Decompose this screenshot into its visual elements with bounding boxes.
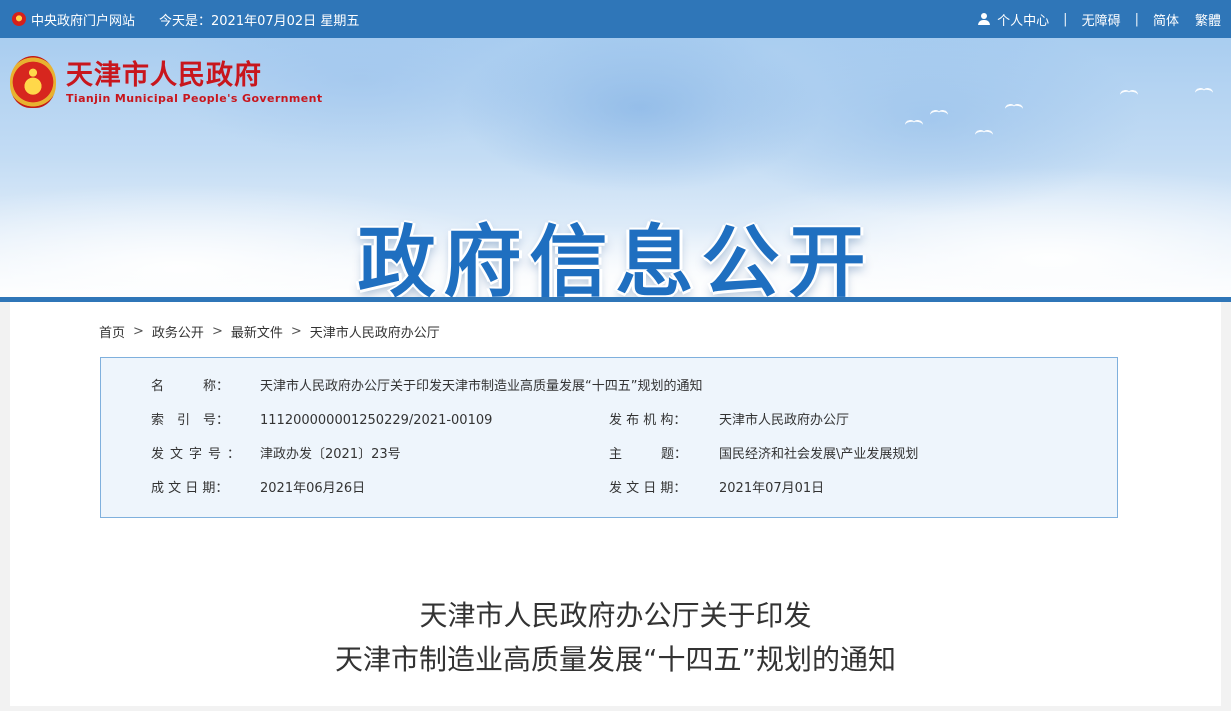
site-logo[interactable]: 天津市人民政府 Tianjin Municipal People's Gover…: [10, 56, 323, 108]
logo-title-en: Tianjin Municipal People's Government: [66, 91, 323, 105]
dove-icon: [1120, 90, 1138, 98]
dove-icon: [975, 130, 993, 138]
topic-label: 主 题：: [609, 447, 688, 462]
written-date-label: 成 文 日 期：: [151, 481, 229, 496]
header-banner: 天津市人民政府 Tianjin Municipal People's Gover…: [0, 38, 1231, 302]
main-content: 首页 > 政务公开 > 最新文件 > 天津市人民政府办公厅 名 称： 天津市人民…: [10, 302, 1221, 706]
index-value: 111200000001250229/2021-00109: [260, 413, 493, 428]
topic-value: 国民经济和社会发展\产业发展规划: [719, 447, 919, 462]
current-date: 今天是：2021年07月02日 星期五: [159, 13, 360, 29]
top-bar-right: 个人中心 | 无障碍 | 简体 繁體: [978, 10, 1221, 29]
dove-icon: [930, 110, 948, 118]
breadcrumb-latest-documents[interactable]: 最新文件: [231, 322, 283, 341]
breadcrumb-government-affairs[interactable]: 政务公开: [152, 322, 204, 341]
breadcrumb-home[interactable]: 首页: [99, 322, 125, 341]
dove-icon: [1195, 88, 1213, 96]
top-bar: 中央政府门户网站 今天是：2021年07月02日 星期五 个人中心 | 无障碍 …: [0, 0, 1231, 38]
breadcrumb: 首页 > 政务公开 > 最新文件 > 天津市人民政府办公厅: [99, 322, 440, 341]
document-title: 天津市人民政府办公厅关于印发 天津市制造业高质量发展“十四五”规划的通知: [10, 594, 1221, 682]
name-label: 名 称：: [151, 379, 230, 394]
document-title-line2: 天津市制造业高质量发展“十四五”规划的通知: [334, 643, 896, 676]
breadcrumb-separator: >: [211, 324, 223, 339]
name-value: 天津市人民政府办公厅关于印发天津市制造业高质量发展“十四五”规划的通知: [260, 379, 703, 394]
top-bar-left: 中央政府门户网站 今天是：2021年07月02日 星期五: [12, 10, 359, 29]
separator: |: [1063, 11, 1068, 27]
document-info-panel: 名 称： 天津市人民政府办公厅关于印发天津市制造业高质量发展“十四五”规划的通知…: [100, 357, 1118, 518]
written-date-value: 2021年06月26日: [260, 481, 366, 496]
logo-title-cn: 天津市人民政府: [66, 59, 262, 91]
breadcrumb-general-office[interactable]: 天津市人民政府办公厅: [310, 322, 440, 341]
docno-value: 津政办发〔2021〕23号: [260, 447, 401, 462]
index-label: 索 引 号：: [151, 413, 230, 428]
user-icon: [978, 13, 991, 25]
simplified-chinese-link[interactable]: 简体: [1153, 10, 1179, 29]
banner-title: 政府信息公开: [357, 218, 874, 302]
publisher-value: 天津市人民政府办公厅: [719, 413, 850, 428]
published-date-value: 2021年07月01日: [719, 481, 825, 496]
breadcrumb-separator: >: [133, 324, 144, 339]
national-emblem-icon: [12, 12, 26, 26]
document-title-line1: 天津市人民政府办公厅关于印发: [419, 599, 812, 632]
publisher-label: 发 布 机 构：: [609, 413, 687, 428]
dove-icon: [1005, 104, 1023, 112]
accessibility-link[interactable]: 无障碍: [1082, 10, 1121, 29]
separator: |: [1134, 11, 1139, 27]
personal-center-link[interactable]: 个人中心: [997, 10, 1049, 29]
breadcrumb-separator: >: [290, 324, 302, 339]
dove-icon: [905, 120, 923, 128]
tianjin-emblem-icon: [10, 56, 56, 108]
published-date-label: 发 文 日 期：: [609, 481, 687, 496]
docno-label: 发文字号：: [151, 447, 247, 462]
traditional-chinese-link[interactable]: 繁體: [1195, 10, 1221, 29]
central-portal-link[interactable]: 中央政府门户网站: [31, 10, 135, 29]
